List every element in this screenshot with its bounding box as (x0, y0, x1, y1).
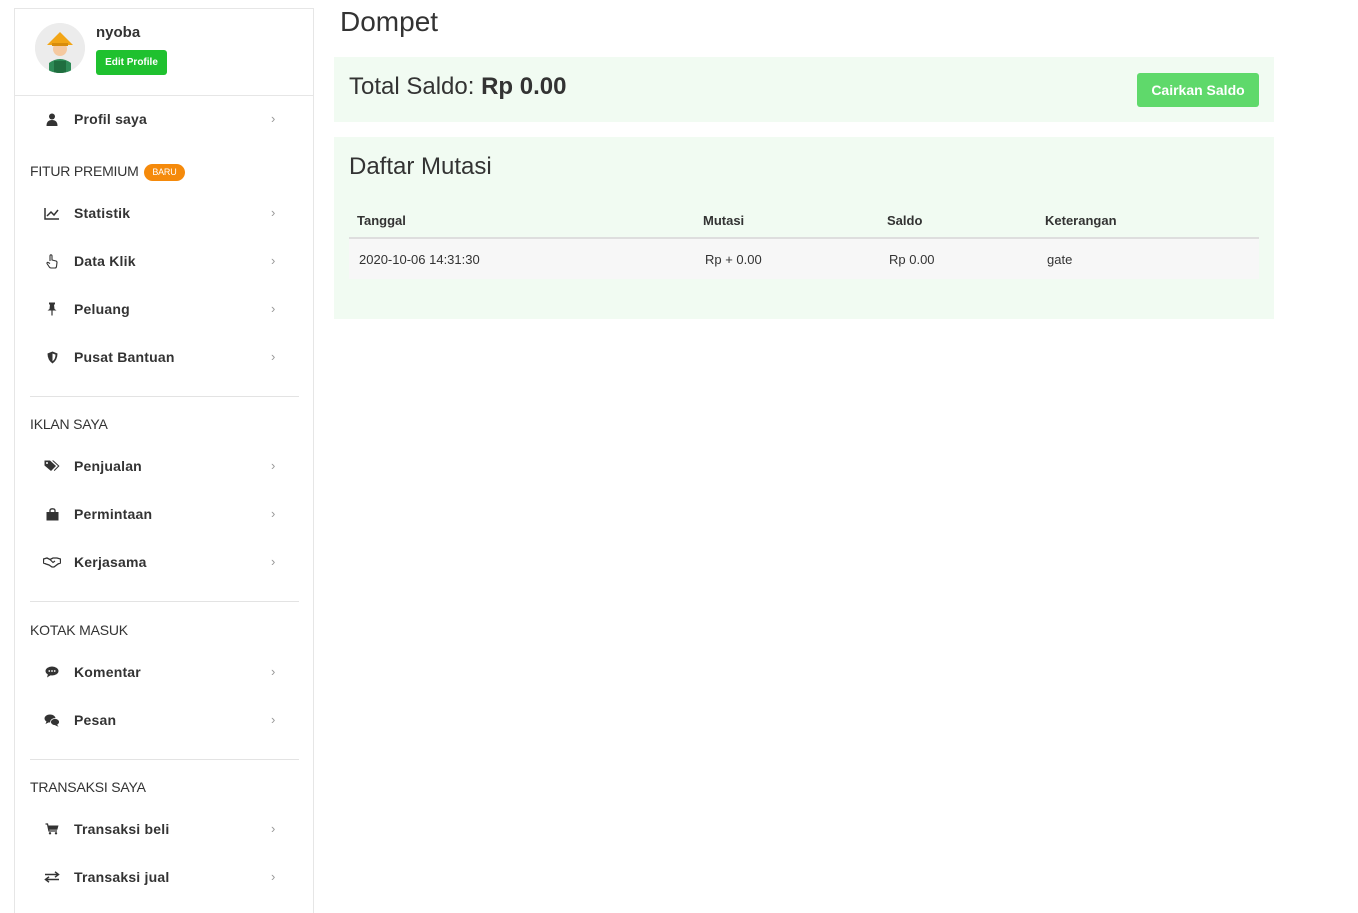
sidebar-item-label: Penjualan (74, 458, 142, 474)
sidebar-item-statistik[interactable]: Statistik › (15, 193, 313, 233)
saldo-label: Total Saldo: (349, 73, 475, 100)
new-badge: BARU (144, 164, 185, 181)
table-row: 2020-10-06 14:31:30 Rp + 0.00 Rp 0.00 ga… (349, 239, 1259, 279)
edit-profile-button[interactable]: Edit Profile (96, 50, 167, 75)
page-title: Dompet (340, 6, 439, 37)
comment-icon (43, 664, 61, 680)
column-header-saldo[interactable]: Saldo (887, 213, 922, 228)
chevron-right-icon: › (271, 252, 276, 268)
sidebar-item-label: Pusat Bantuan (74, 349, 175, 365)
sidebar-item-label: Komentar (74, 664, 141, 680)
comments-icon (43, 712, 61, 728)
table-header: Tanggal Mutasi Saldo Keterangan (349, 205, 1259, 239)
sidebar-item-pesan[interactable]: Pesan › (15, 700, 313, 740)
mutasi-title: Daftar Mutasi (349, 153, 492, 180)
avatar[interactable] (35, 23, 85, 73)
section-title-fitur-premium: FITUR PREMIUM BARU (30, 163, 185, 181)
profile-card: nyoba Edit Profile (15, 9, 313, 96)
section-title-kotak-masuk: KOTAK MASUK (30, 622, 128, 638)
sidebar-item-label: Profil saya (74, 111, 148, 127)
divider (30, 759, 299, 760)
chevron-right-icon: › (271, 204, 276, 220)
sidebar-item-label: Statistik (74, 205, 131, 221)
chevron-right-icon: › (271, 505, 276, 521)
chevron-right-icon: › (271, 553, 276, 569)
chevron-right-icon: › (271, 457, 276, 473)
cairkan-saldo-button[interactable]: Cairkan Saldo (1137, 73, 1259, 107)
total-saldo: Total Saldo: Rp 0.00 (349, 73, 566, 101)
sidebar-item-label: Pesan (74, 712, 117, 728)
sidebar-item-data-klik[interactable]: Data Klik › (15, 241, 313, 281)
saldo-value: Rp 0.00 (481, 73, 567, 100)
sidebar: nyoba Edit Profile Profil saya › FITUR P… (14, 8, 314, 913)
shield-icon (43, 349, 61, 365)
sidebar-item-label: Kerjasama (74, 554, 147, 570)
sidebar-item-komentar[interactable]: Komentar › (15, 652, 313, 692)
sidebar-item-label: Data Klik (74, 253, 136, 269)
sidebar-item-pusat-bantuan[interactable]: Pusat Bantuan › (15, 337, 313, 377)
sidebar-item-label: Transaksi jual (74, 869, 170, 885)
cart-icon (43, 821, 61, 837)
sidebar-item-kerjasama[interactable]: Kerjasama › (15, 542, 313, 582)
sidebar-item-label: Permintaan (74, 506, 153, 522)
sidebar-item-profil[interactable]: Profil saya › (15, 99, 313, 139)
profile-name: nyoba (96, 24, 141, 41)
column-header-keterangan[interactable]: Keterangan (1045, 213, 1117, 228)
cell-keterangan: gate (1047, 252, 1073, 267)
chevron-right-icon: › (271, 348, 276, 364)
cell-mutasi: Rp + 0.00 (705, 252, 762, 267)
column-header-tanggal[interactable]: Tanggal (357, 213, 406, 228)
user-icon (43, 111, 61, 127)
thumbtack-icon (43, 301, 61, 317)
cell-saldo: Rp 0.00 (889, 252, 935, 267)
chevron-right-icon: › (271, 868, 276, 884)
divider (30, 601, 299, 602)
column-header-mutasi[interactable]: Mutasi (703, 213, 744, 228)
section-title-iklan-saya: IKLAN SAYA (30, 416, 108, 432)
sidebar-item-transaksi-beli[interactable]: Transaksi beli › (15, 809, 313, 849)
sidebar-item-label: Transaksi beli (74, 821, 170, 837)
sidebar-item-peluang[interactable]: Peluang › (15, 289, 313, 329)
exchange-icon (43, 869, 61, 885)
tags-icon (43, 458, 61, 474)
sidebar-item-transaksi-jual[interactable]: Transaksi jual › (15, 857, 313, 897)
chevron-right-icon: › (271, 711, 276, 727)
sidebar-item-permintaan[interactable]: Permintaan › (15, 494, 313, 534)
pointer-hand-icon (43, 253, 61, 269)
chevron-right-icon: › (271, 110, 276, 126)
mutasi-panel: Daftar Mutasi Tanggal Mutasi Saldo Keter… (334, 137, 1274, 319)
cell-tanggal: 2020-10-06 14:31:30 (359, 252, 480, 267)
saldo-panel: Total Saldo: Rp 0.00 Cairkan Saldo (334, 57, 1274, 122)
mutasi-table: Tanggal Mutasi Saldo Keterangan 2020-10-… (349, 205, 1259, 279)
chevron-right-icon: › (271, 663, 276, 679)
section-title-text: FITUR PREMIUM (30, 163, 139, 179)
divider (30, 396, 299, 397)
handshake-icon (43, 554, 61, 570)
chevron-right-icon: › (271, 300, 276, 316)
sidebar-item-label: Peluang (74, 301, 130, 317)
section-title-transaksi-saya: TRANSAKSI SAYA (30, 779, 146, 795)
chart-line-icon (43, 205, 61, 221)
shopping-bag-icon (43, 506, 61, 522)
chevron-right-icon: › (271, 820, 276, 836)
sidebar-item-penjualan[interactable]: Penjualan › (15, 446, 313, 486)
